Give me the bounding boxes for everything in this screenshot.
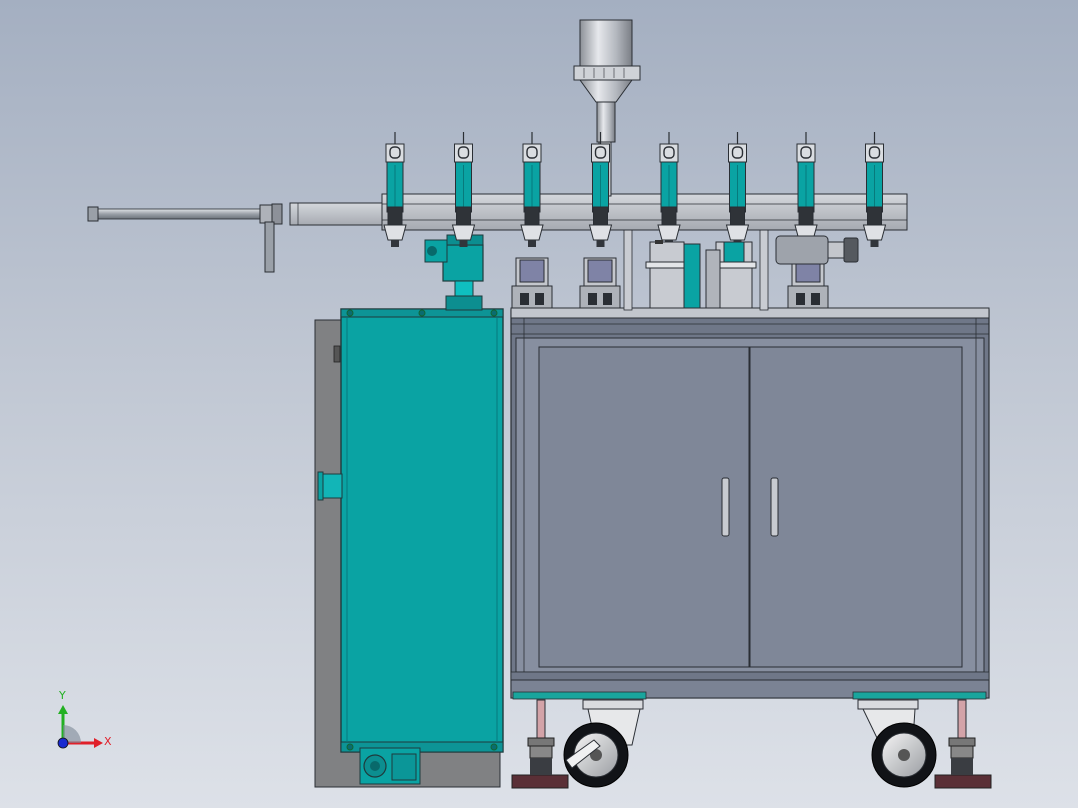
cad-viewport[interactable]: X Y — [0, 0, 1078, 808]
tank-body — [340, 308, 504, 753]
nozzle-valve[interactable] — [383, 132, 407, 247]
push-cylinder[interactable] — [87, 202, 383, 273]
nozzle-valve[interactable] — [657, 132, 681, 247]
leveling-foot-right[interactable] — [934, 699, 992, 789]
gripper-block — [511, 257, 553, 309]
press-unit — [645, 240, 701, 309]
side-motor — [775, 235, 859, 265]
tank-assembly[interactable] — [314, 234, 504, 788]
door-left — [538, 346, 750, 668]
pump-motor — [442, 244, 484, 282]
caster-left[interactable] — [563, 699, 644, 788]
nozzle-valve[interactable] — [725, 132, 750, 247]
cylinder-barrel — [289, 202, 383, 226]
motor-shaft — [454, 280, 474, 298]
nozzle-valve[interactable] — [862, 132, 887, 247]
caster-right[interactable] — [857, 699, 937, 788]
leveling-foot-left[interactable] — [511, 699, 569, 789]
axis-triad: X Y — [57, 689, 112, 749]
nozzle-valve[interactable] — [588, 132, 613, 247]
door-handle-right — [770, 477, 779, 537]
press-unit — [705, 241, 757, 309]
machine-drawing[interactable]: X Y — [0, 0, 1078, 808]
gripper-block — [579, 257, 621, 309]
nozzle-valve[interactable] — [794, 132, 818, 247]
door-right — [749, 346, 963, 668]
nozzle-valve[interactable] — [451, 132, 476, 247]
gripper-block — [787, 257, 829, 309]
x-axis-label: X — [104, 735, 112, 748]
lower-mechanisms[interactable] — [511, 235, 859, 309]
cabinet[interactable] — [510, 307, 990, 700]
table-top — [510, 307, 990, 319]
nozzle-valve[interactable] — [520, 132, 544, 247]
cylinder-rod — [95, 208, 267, 220]
back-panel-tab — [333, 345, 341, 363]
door-handle-left — [721, 477, 730, 537]
y-axis-label: Y — [58, 689, 66, 702]
